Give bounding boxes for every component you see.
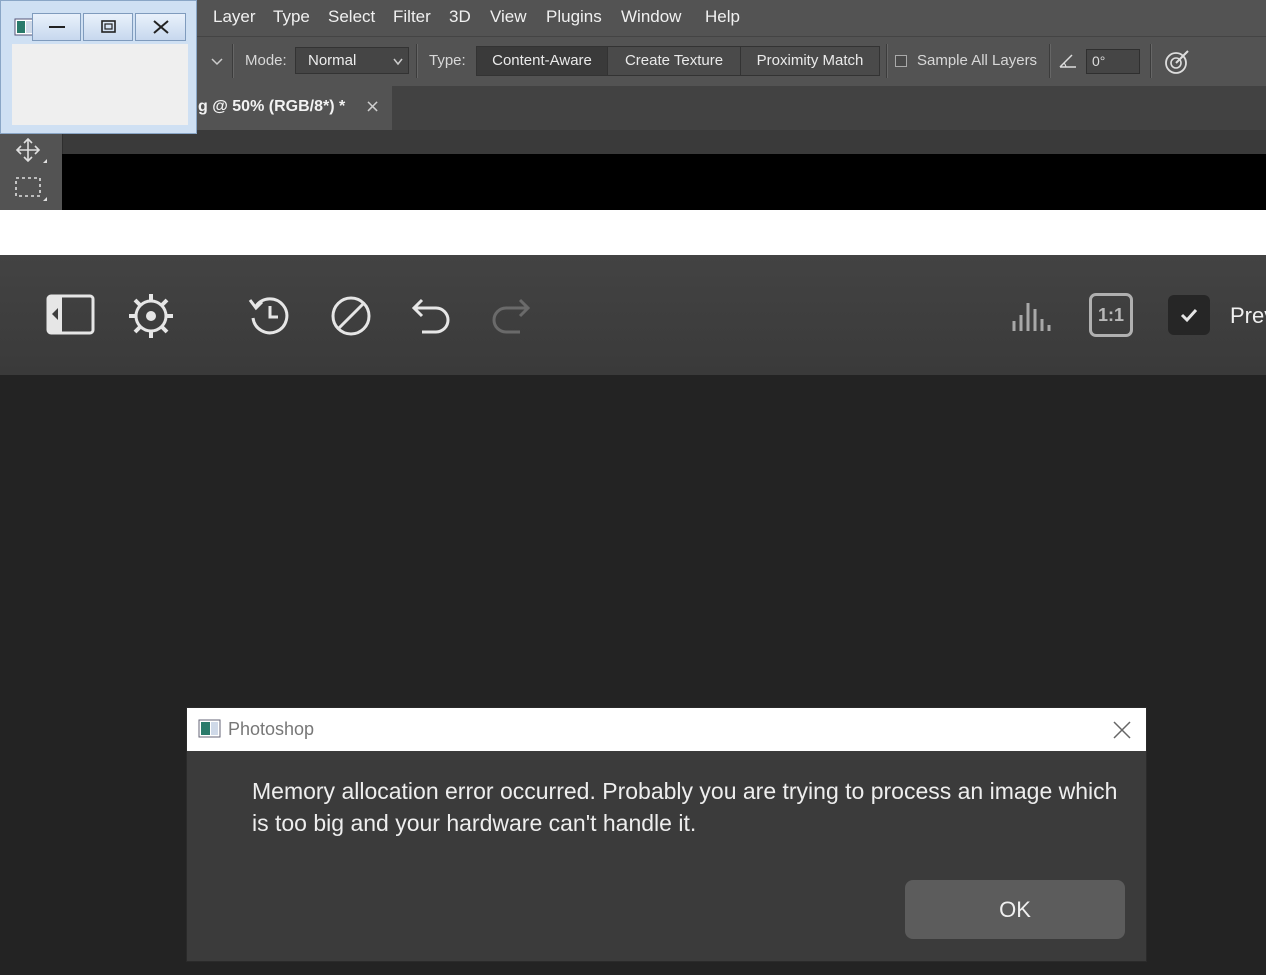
reset-icon[interactable] xyxy=(327,292,375,340)
minimize-icon xyxy=(49,26,65,28)
separator xyxy=(1150,44,1152,78)
menu-type[interactable]: Type xyxy=(273,7,310,27)
redo-icon[interactable] xyxy=(488,292,536,340)
menu-help[interactable]: Help xyxy=(705,7,740,27)
chevron-down-icon xyxy=(393,58,403,66)
separator xyxy=(232,44,234,78)
menu-3d[interactable]: 3D xyxy=(449,7,471,27)
minimize-button[interactable] xyxy=(32,13,81,41)
mode-label: Mode: xyxy=(245,52,287,69)
canvas-area xyxy=(62,154,1266,210)
separator xyxy=(416,44,418,78)
move-tool-icon[interactable] xyxy=(14,137,48,165)
target-pen-icon[interactable] xyxy=(1163,48,1191,76)
checkmark-icon xyxy=(1180,308,1198,323)
separator xyxy=(1049,44,1051,78)
menu-window[interactable]: Window xyxy=(621,7,681,27)
angle-input[interactable]: 0° xyxy=(1086,49,1140,74)
mode-select-value: Normal xyxy=(308,52,357,69)
close-icon xyxy=(153,20,169,34)
chevron-down-icon[interactable] xyxy=(210,55,224,69)
sample-all-layers-checkbox[interactable] xyxy=(895,55,907,67)
undo-icon[interactable] xyxy=(406,292,454,340)
sample-all-layers-label: Sample All Layers xyxy=(917,52,1038,69)
settings-gear-icon[interactable] xyxy=(126,291,176,341)
mode-select[interactable]: Normal xyxy=(295,47,409,74)
menu-select[interactable]: Select xyxy=(328,7,375,27)
content-aware-button[interactable]: Content-Aware xyxy=(476,46,608,76)
close-tab-icon[interactable]: × xyxy=(365,96,380,117)
type-label: Type: xyxy=(429,52,466,69)
restore-icon xyxy=(101,20,116,33)
maximize-button[interactable] xyxy=(83,13,133,41)
menu-view[interactable]: View xyxy=(490,7,527,27)
history-icon[interactable] xyxy=(246,292,294,340)
canvas-divider xyxy=(0,210,1266,255)
close-button[interactable] xyxy=(135,13,186,41)
app-icon xyxy=(198,719,221,738)
mini-window xyxy=(0,0,197,134)
histogram-icon[interactable] xyxy=(1010,297,1052,337)
angle-icon xyxy=(1059,54,1076,68)
ok-button[interactable]: OK xyxy=(905,880,1125,939)
preview-checkbox[interactable] xyxy=(1168,295,1210,335)
dialog-title: Photoshop xyxy=(228,719,315,739)
close-icon[interactable] xyxy=(1112,720,1132,740)
proximity-match-button[interactable]: Proximity Match xyxy=(740,46,880,76)
document-tab-title: g @ 50% (RGB/8*) * xyxy=(198,98,346,115)
tool-panel xyxy=(0,130,63,210)
dialog-title-bar: Photoshop xyxy=(187,708,1146,751)
mini-window-body xyxy=(12,44,188,125)
menu-filter[interactable]: Filter xyxy=(393,7,431,27)
menu-plugins[interactable]: Plugins xyxy=(546,7,602,27)
error-dialog: Photoshop Memory allocation error occurr… xyxy=(186,707,1147,962)
document-tab[interactable]: g @ 50% (RGB/8*) * × xyxy=(190,86,392,130)
menu-layer[interactable]: Layer xyxy=(213,7,256,27)
sidebar-toggle-icon[interactable] xyxy=(46,294,96,336)
preview-label: Prev xyxy=(1230,303,1266,328)
marquee-tool-icon[interactable] xyxy=(14,175,48,203)
create-texture-button[interactable]: Create Texture xyxy=(607,46,741,76)
separator xyxy=(886,44,888,78)
dialog-message: Memory allocation error occurred. Probab… xyxy=(252,778,1118,836)
zoom-1-1-button[interactable]: 1:1 xyxy=(1089,293,1133,337)
plugin-toolbar: 1:1 Prev xyxy=(0,255,1266,375)
